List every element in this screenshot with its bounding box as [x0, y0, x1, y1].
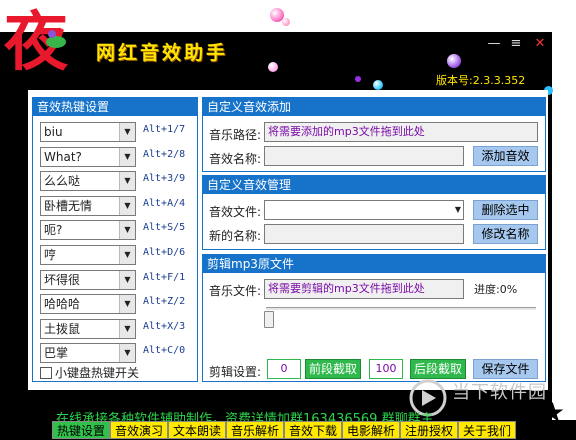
sound-name-field[interactable] — [264, 146, 464, 166]
version-label: 版本号:2.3.3.352 — [436, 74, 526, 87]
music-file-label: 音乐文件: — [209, 284, 262, 298]
hotkey-row: 土拨鼠 ▼ Alt+X/3 — [40, 318, 194, 339]
logo-icon: 夜 — [4, 5, 68, 80]
hotkey-sound-select[interactable]: 卧槽无情 ▼ — [40, 195, 136, 216]
add-panel-title: 自定义音效添加 — [203, 98, 545, 116]
music-path-field[interactable]: 将需要添加的mp3文件拖到此处 — [264, 122, 538, 142]
hotkey-shortcut-label: Alt+X/3 — [143, 320, 186, 332]
sound-file-label: 音效文件: — [209, 205, 262, 219]
end-value-field[interactable]: 100 — [369, 359, 403, 379]
star-icon: ★ — [540, 396, 566, 429]
hotkey-row: 么么哒 ▼ Alt+3/9 — [40, 171, 194, 192]
cut-settings-label: 剪辑设置: — [209, 365, 262, 379]
manage-panel-title: 自定义音效管理 — [203, 176, 545, 194]
front-cut-button[interactable]: 前段截取 — [305, 359, 361, 379]
save-file-button[interactable]: 保存文件 — [473, 359, 538, 379]
chevron-down-icon: ▼ — [119, 147, 135, 166]
hotkey-sound-select[interactable]: 么么哒 ▼ — [40, 171, 136, 192]
app-title: 网红音效助手 — [96, 42, 229, 64]
star-icon: ★ — [6, 396, 32, 429]
music-path-label: 音乐路径: — [209, 128, 262, 142]
hotkey-shortcut-label: Alt+Z/2 — [143, 296, 186, 308]
bubble-decoration — [282, 18, 290, 26]
sound-name-label: 音效名称: — [209, 152, 262, 166]
hotkey-sound-select[interactable]: 坏得很 ▼ — [40, 269, 136, 290]
hotkey-sound-select[interactable]: What? ▼ — [40, 146, 136, 167]
hotkey-shortcut-label: Alt+2/8 — [143, 148, 186, 160]
tab-4[interactable]: 音乐解析 — [226, 421, 284, 439]
tab-8[interactable]: 关于我们 — [458, 421, 516, 439]
tab-7[interactable]: 注册授权 — [400, 421, 458, 439]
hotkey-panel-title: 音效热键设置 — [33, 98, 197, 116]
hotkey-panel: 音效热键设置 biu ▼ Alt+1/7 What? ▼ Alt+2/8 么么哒 ▼ Alt+3… — [32, 97, 198, 382]
bubble-decoration — [268, 62, 278, 72]
music-file-field[interactable]: 将需要剪辑的mp3文件拖到此处 — [264, 279, 464, 299]
bubble-decoration — [355, 76, 361, 82]
minimize-button[interactable]: — — [486, 36, 502, 52]
checkbox-icon[interactable] — [40, 367, 52, 379]
tab-2[interactable]: 音效演习 — [110, 421, 168, 439]
chevron-down-icon: ▼ — [119, 270, 135, 289]
hotkey-sound-select[interactable]: 呃? ▼ — [40, 220, 136, 241]
checkbox-label: 小键盘热键开关 — [55, 366, 140, 380]
hotkey-shortcut-label: Alt+3/9 — [143, 173, 186, 185]
hotkey-row: 呃? ▼ Alt+S/5 — [40, 220, 194, 241]
tab-6[interactable]: 电影解析 — [342, 421, 400, 439]
hotkey-shortcut-label: Alt+D/6 — [143, 247, 186, 258]
delete-selected-button[interactable]: 删除选中 — [473, 200, 538, 220]
hotkey-shortcut-label: Alt+F/1 — [143, 271, 186, 283]
bubble-decoration — [447, 54, 461, 68]
add-sound-panel: 自定义音效添加 音乐路径: 将需要添加的mp3文件拖到此处 音效名称: 添加音效 — [202, 97, 546, 172]
hotkey-row: What? ▼ Alt+2/8 — [40, 146, 194, 167]
hotkey-row: 哼 ▼ Alt+D/6 — [40, 245, 194, 265]
chevron-down-icon: ▼ — [119, 319, 135, 338]
sound-file-select[interactable]: ▼ — [264, 200, 464, 220]
hotkey-row: 巴掌 ▼ Alt+C/0 — [40, 343, 194, 364]
close-button[interactable]: ✕ — [532, 36, 548, 52]
hotkey-sound-select[interactable]: biu ▼ — [40, 122, 136, 142]
watermark-text: 当下软件园 — [452, 382, 547, 403]
new-name-label: 新的名称: — [209, 229, 262, 243]
hotkey-shortcut-label: Alt+1/7 — [143, 124, 186, 135]
progress-label: 进度:0% — [474, 283, 518, 296]
hotkey-sound-select[interactable]: 哈哈哈 ▼ — [40, 294, 136, 315]
hotkey-sound-select[interactable]: 哼 ▼ — [40, 245, 136, 265]
tab-1[interactable]: 热键设置 — [52, 421, 110, 439]
add-sound-button[interactable]: 添加音效 — [473, 146, 538, 166]
hotkey-shortcut-label: Alt+C/0 — [143, 345, 186, 357]
hotkey-row: 卧槽无情 ▼ Alt+A/4 — [40, 195, 194, 216]
chevron-down-icon: ▼ — [119, 123, 135, 141]
hotkey-row: 哈哈哈 ▼ Alt+Z/2 — [40, 294, 194, 315]
hotkey-sound-select[interactable]: 土拨鼠 ▼ — [40, 318, 136, 339]
cut-mp3-panel: 剪辑mp3原文件 音乐文件: 将需要剪辑的mp3文件拖到此处 剪辑设置: 0 前… — [202, 254, 546, 382]
chevron-down-icon: ▼ — [119, 246, 135, 264]
new-name-field[interactable] — [264, 224, 464, 244]
chevron-down-icon: ▼ — [454, 205, 461, 214]
chevron-down-icon: ▼ — [119, 295, 135, 314]
menu-button[interactable]: ≡ — [508, 36, 524, 52]
hotkey-shortcut-label: Alt+A/4 — [143, 197, 186, 209]
tab-3[interactable]: 文本朗读 — [168, 421, 226, 439]
hotkey-row: biu ▼ Alt+1/7 — [40, 122, 194, 142]
position-slider[interactable] — [266, 307, 536, 311]
slider-handle[interactable] — [264, 311, 274, 328]
bubble-decoration — [373, 80, 383, 90]
tab-5[interactable]: 音效下载 — [284, 421, 342, 439]
cut-panel-title: 剪辑mp3原文件 — [203, 255, 545, 273]
numpad-hotkey-toggle[interactable]: 小键盘热键开关 — [40, 364, 139, 381]
hotkey-shortcut-label: Alt+S/5 — [143, 222, 186, 234]
start-value-field[interactable]: 0 — [267, 359, 301, 379]
rename-button[interactable]: 修改名称 — [473, 224, 538, 244]
back-cut-button[interactable]: 后段截取 — [410, 359, 466, 379]
hotkey-row: 坏得很 ▼ Alt+F/1 — [40, 269, 194, 290]
chevron-down-icon: ▼ — [119, 344, 135, 363]
chevron-down-icon: ▼ — [119, 196, 135, 215]
manage-sound-panel: 自定义音效管理 音效文件: ▼ 删除选中 新的名称: 修改名称 — [202, 175, 546, 250]
chevron-down-icon: ▼ — [119, 172, 135, 191]
hotkey-sound-select[interactable]: 巴掌 ▼ — [40, 343, 136, 364]
chevron-down-icon: ▼ — [119, 221, 135, 240]
